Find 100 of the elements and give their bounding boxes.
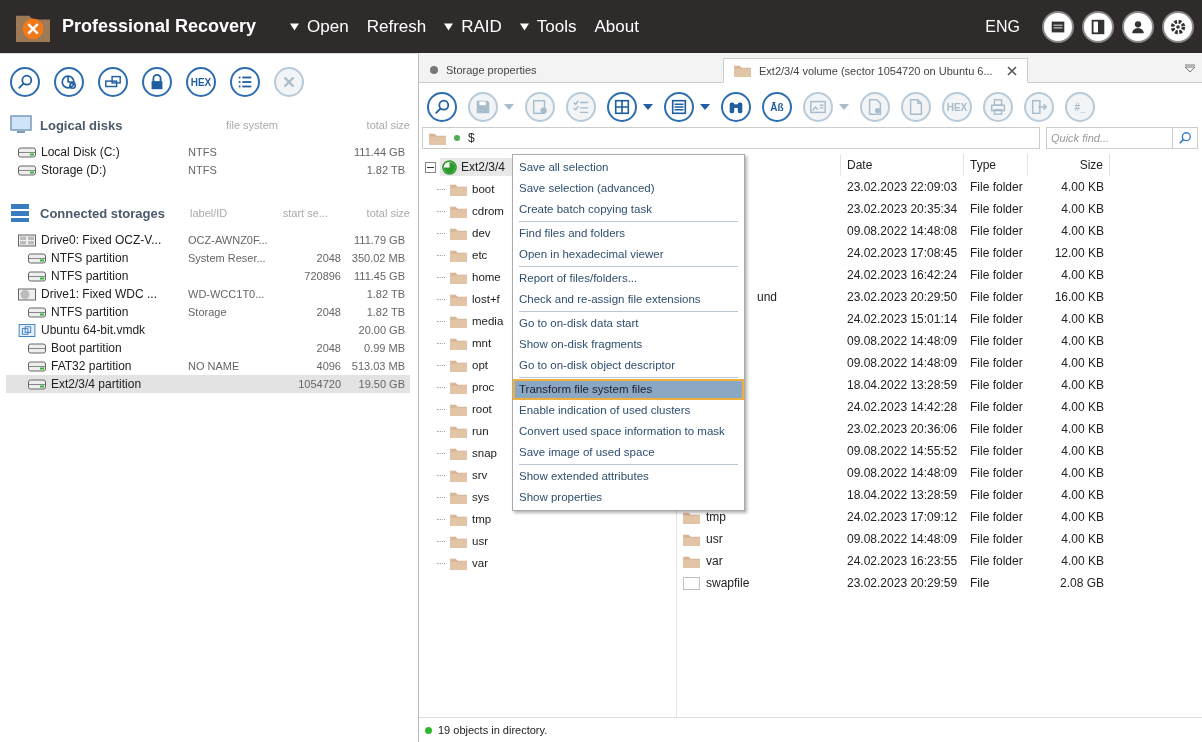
menu-item[interactable]: Refresh — [360, 16, 433, 37]
menu-item[interactable]: Check and re-assign file extensions — [513, 289, 744, 310]
type-cell: File folder — [970, 224, 1023, 238]
message-button[interactable] — [1042, 10, 1074, 43]
toolbar-button[interactable] — [664, 92, 694, 122]
item-label: NTFS — [188, 164, 217, 176]
item-name: Ext2/3/4 partition — [51, 377, 142, 391]
search-icon[interactable] — [1178, 131, 1192, 145]
tree-item[interactable]: sys — [472, 491, 490, 503]
column-header: start se... — [281, 207, 329, 219]
pie-chart-icon — [60, 73, 78, 91]
column-header[interactable]: Type — [964, 154, 1028, 176]
dropdown-icon[interactable] — [1184, 64, 1196, 73]
storage-row[interactable]: Drive0: Fixed OCZ-V... OCZ-AWNZ0F... 111.79 GB — [6, 231, 410, 249]
toolbar-button[interactable] — [427, 92, 457, 122]
tab[interactable]: Ext2/3/4 volume (sector 1054720 on Ubuntu 6... — [723, 58, 1028, 83]
date-cell: 24.02.2023 14:42:28 — [847, 400, 958, 414]
tree-item[interactable]: boot — [472, 183, 495, 195]
storage-row[interactable]: Storage (D:) NTFS 1.82 TB — [6, 161, 410, 179]
account-button[interactable] — [1122, 10, 1154, 43]
menu-item[interactable]: Go to on-disk data start — [513, 313, 744, 334]
storage-row[interactable]: NTFS partition Storage 2048 1.82 TB — [6, 303, 410, 321]
menu-item[interactable]: Transform file system files — [513, 379, 744, 400]
dropdown-arrow-icon[interactable] — [643, 104, 653, 110]
menu-item[interactable]: Find files and folders — [513, 223, 744, 244]
collapse-toggle[interactable] — [425, 161, 436, 173]
tree-item[interactable]: var — [472, 557, 488, 569]
tree-item[interactable]: dev — [472, 227, 491, 239]
folder-icon — [450, 534, 467, 548]
menu-item[interactable]: Enable indication of used clusters — [513, 400, 744, 421]
tree-item[interactable]: mnt — [472, 337, 492, 349]
tree-item[interactable]: tmp — [472, 513, 492, 525]
storage-row[interactable]: NTFS partition 720896 111.45 GB — [6, 267, 410, 285]
menu-item[interactable]: About — [588, 16, 645, 37]
toolbar-button[interactable] — [10, 67, 40, 97]
storage-row[interactable]: Boot partition 2048 0.99 MB — [6, 339, 410, 357]
tree-item[interactable]: opt — [472, 359, 488, 371]
storage-row[interactable]: Drive1: Fixed WDC ... WD-WCC1T0... 1.82 TB — [6, 285, 410, 303]
quick-find-field[interactable]: Quick find... — [1046, 127, 1198, 149]
tree-item[interactable]: usr — [472, 535, 488, 547]
tree-item[interactable]: cdrom — [472, 205, 504, 217]
toolbar-button[interactable]: Āß — [762, 92, 792, 122]
menu-item[interactable]: Save image of used space — [513, 442, 744, 463]
settings-icon — [1169, 17, 1187, 36]
storage-row[interactable]: NTFS partition System Reser... 2048 350.02 MB — [6, 249, 410, 267]
menu-item[interactable]: Convert used space information to mask — [513, 421, 744, 442]
tree-item[interactable]: snap — [472, 447, 497, 459]
menu-item[interactable]: Show properties — [513, 487, 744, 508]
menu-item[interactable]: Open in hexadecimal viewer — [513, 244, 744, 265]
path-field[interactable]: $ — [422, 127, 1040, 149]
toolbar-button[interactable] — [230, 67, 260, 97]
toolbar-button[interactable] — [142, 67, 172, 97]
file-icon — [683, 576, 700, 590]
column-header[interactable]: Size — [1028, 154, 1110, 176]
type-cell: File folder — [970, 312, 1023, 326]
menu-item[interactable]: Tools — [513, 16, 583, 37]
grid-icon — [613, 98, 631, 116]
layout-button[interactable] — [1082, 10, 1114, 43]
storage-row[interactable]: Ubuntu 64-bit.vmdk 20.00 GB — [6, 321, 410, 339]
size-cell: 4.00 KB — [1061, 554, 1104, 568]
storage-row[interactable]: Local Disk (C:) NTFS 111.44 GB — [6, 143, 410, 161]
menu-item[interactable]: Open — [284, 16, 355, 37]
menu-item[interactable]: Create batch copying task — [513, 199, 744, 220]
toolbar-button[interactable] — [607, 92, 637, 122]
size-cell: 4.00 KB — [1061, 510, 1104, 524]
dropdown-arrow-icon[interactable] — [700, 104, 710, 110]
date-cell: 23.02.2023 20:36:06 — [847, 422, 958, 436]
tree-item[interactable]: run — [472, 425, 489, 437]
type-cell: File folder — [970, 268, 1023, 282]
printer-icon — [989, 98, 1007, 116]
menu-item[interactable]: RAID — [438, 16, 508, 37]
tree-item[interactable]: proc — [472, 381, 495, 393]
tree-item[interactable]: media — [472, 315, 504, 327]
toolbar-button[interactable] — [98, 67, 128, 97]
column-header[interactable]: Date — [841, 154, 964, 176]
tab[interactable]: Storage properties — [419, 58, 723, 82]
item-label: System Reser... — [188, 252, 266, 264]
tree-item[interactable]: lost+f — [472, 293, 500, 305]
tree-item[interactable]: srv — [472, 469, 488, 481]
menu-item[interactable]: Save selection (advanced) — [513, 178, 744, 199]
column-header: total size — [365, 207, 410, 219]
toolbar-button[interactable] — [721, 92, 751, 122]
menu-item[interactable]: Report of files/folders... — [513, 268, 744, 289]
language-button[interactable]: ENG — [985, 17, 1020, 36]
storage-row[interactable]: Ext2/3/4 partition 1054720 19.50 GB — [6, 375, 410, 393]
settings-button[interactable] — [1162, 10, 1194, 43]
size-cell: 4.00 KB — [1061, 422, 1104, 436]
close-icon[interactable] — [1006, 65, 1017, 76]
menu-item[interactable]: Go to on-disk object descriptor — [513, 355, 744, 376]
search-icon — [433, 98, 451, 116]
move-icon — [1030, 98, 1048, 116]
server-icon — [10, 203, 32, 223]
toolbar-button[interactable] — [54, 67, 84, 97]
storage-row[interactable]: FAT32 partition NO NAME 4096 513.03 MB — [6, 357, 410, 375]
tree-item[interactable]: etc — [472, 249, 488, 261]
menu-item[interactable]: Show on-disk fragments — [513, 334, 744, 355]
tree-item[interactable]: root — [472, 403, 492, 415]
toolbar-button[interactable]: HEX — [186, 67, 216, 97]
menu-item[interactable]: Show extended attributes — [513, 466, 744, 487]
tree-item[interactable]: home — [472, 271, 501, 283]
